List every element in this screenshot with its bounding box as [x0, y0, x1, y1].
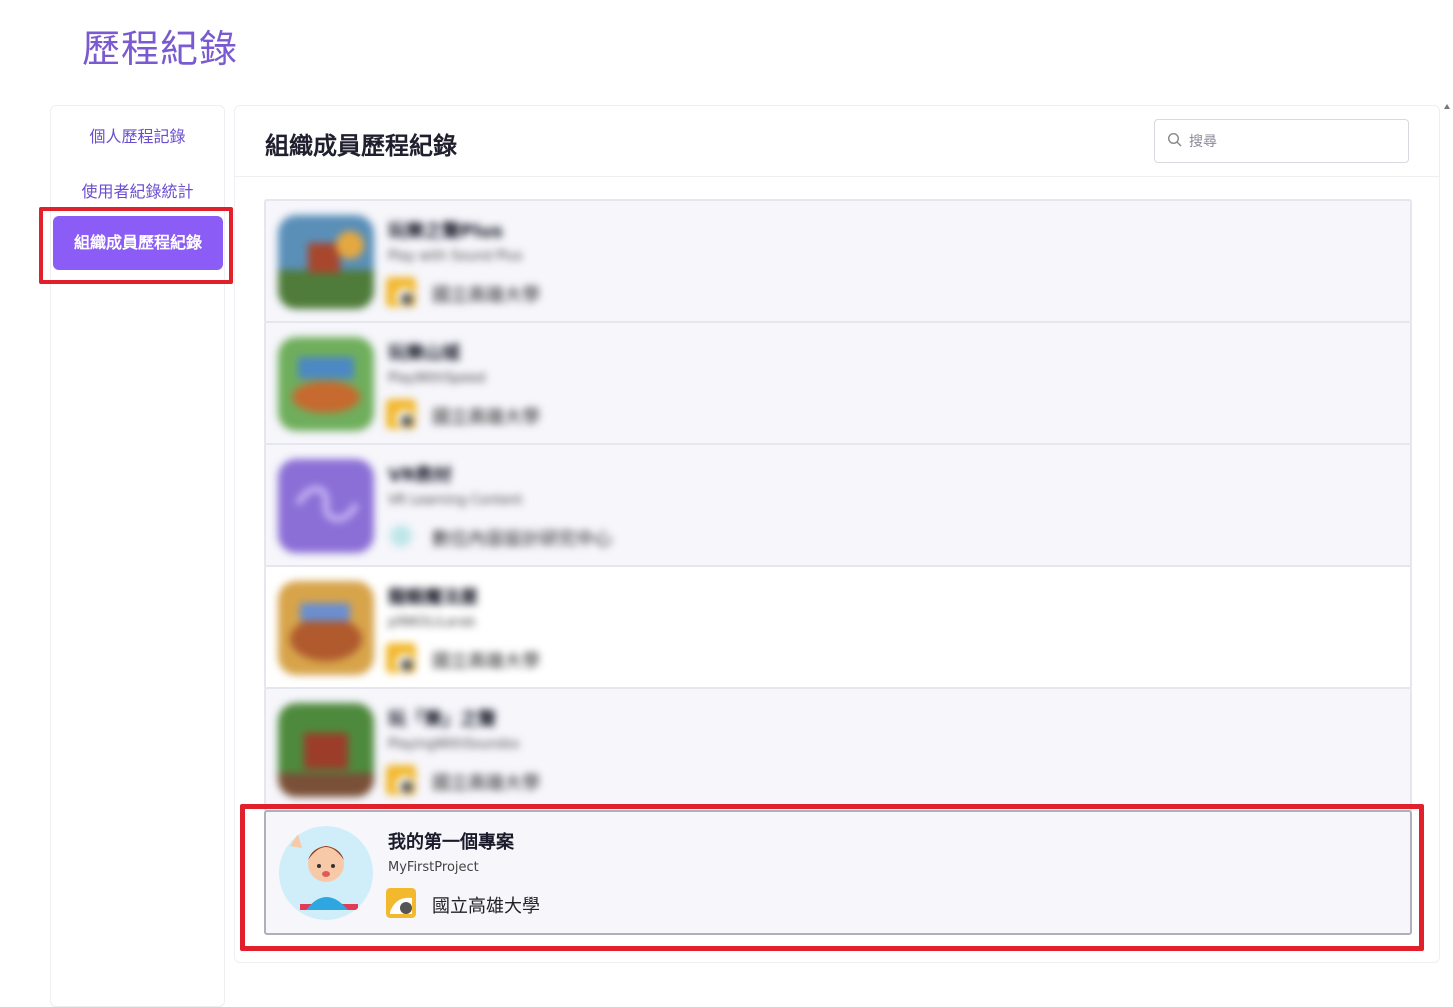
project-card[interactable]: 玩樂之聲Plus Play with Sound Plus 國立高雄大學: [264, 199, 1412, 324]
project-subtitle: Play with Sound Plus: [388, 249, 523, 264]
organization-name: 國立高雄大學: [432, 407, 540, 428]
search-icon: [1167, 132, 1182, 147]
annotation-highlight-card: [240, 804, 1424, 951]
project-thumbnail: [278, 459, 374, 553]
project-subtitle: pINKOLiLarab: [388, 615, 476, 630]
project-card[interactable]: VR教材 VR Learning Content 數位內容設計研究中心: [264, 443, 1412, 568]
panel-header: 組織成員歷程紀錄: [235, 106, 1439, 177]
project-title: 玩樂山城: [388, 343, 460, 364]
project-subtitle: VR Learning Content: [388, 493, 523, 508]
organization-logo-icon: [386, 765, 416, 795]
project-thumbnail: [278, 215, 374, 309]
sidebar-item-personal-history[interactable]: 個人歷程記錄: [51, 123, 224, 147]
organization-logo-icon: [386, 643, 416, 673]
project-title: 玩「樂」之聲: [388, 709, 496, 730]
organization-name: 數位內容設計研究中心: [432, 529, 612, 550]
organization-name: 國立高雄大學: [432, 285, 540, 306]
organization-name: 國立高雄大學: [432, 651, 540, 672]
project-card[interactable]: 玩樂山城 PlayWithSpeed 國立高雄大學: [264, 321, 1412, 446]
project-title: 玩樂之聲Plus: [388, 221, 503, 242]
annotation-highlight-sidebar: [39, 207, 233, 284]
organization-logo-icon: [386, 277, 416, 307]
project-thumbnail: [278, 337, 374, 431]
search-box[interactable]: [1154, 119, 1409, 163]
project-title: 龍蝦魔法屋: [388, 587, 478, 608]
organization-logo-icon: [390, 525, 412, 547]
project-subtitle: PlayWithSpeed: [388, 371, 486, 386]
project-subtitle: PlayingWithSoundss: [388, 737, 520, 752]
sidebar-item-user-stats[interactable]: 使用者紀錄統計: [51, 178, 224, 202]
project-title: VR教材: [388, 465, 452, 486]
organization-name: 國立高雄大學: [432, 773, 540, 794]
organization-logo-icon: [386, 399, 416, 429]
project-thumbnail: [278, 703, 374, 797]
project-card[interactable]: 龍蝦魔法屋 pINKOLiLarab 國立高雄大學: [264, 565, 1412, 690]
page-title: 歷程紀錄: [82, 27, 239, 71]
project-thumbnail: [278, 581, 374, 675]
project-card[interactable]: 玩「樂」之聲 PlayingWithSoundss 國立高雄大學: [264, 687, 1412, 812]
panel-title: 組織成員歷程紀錄: [265, 132, 457, 160]
scrollbar-up-arrow[interactable]: [1444, 104, 1450, 109]
search-input[interactable]: [1187, 128, 1391, 156]
